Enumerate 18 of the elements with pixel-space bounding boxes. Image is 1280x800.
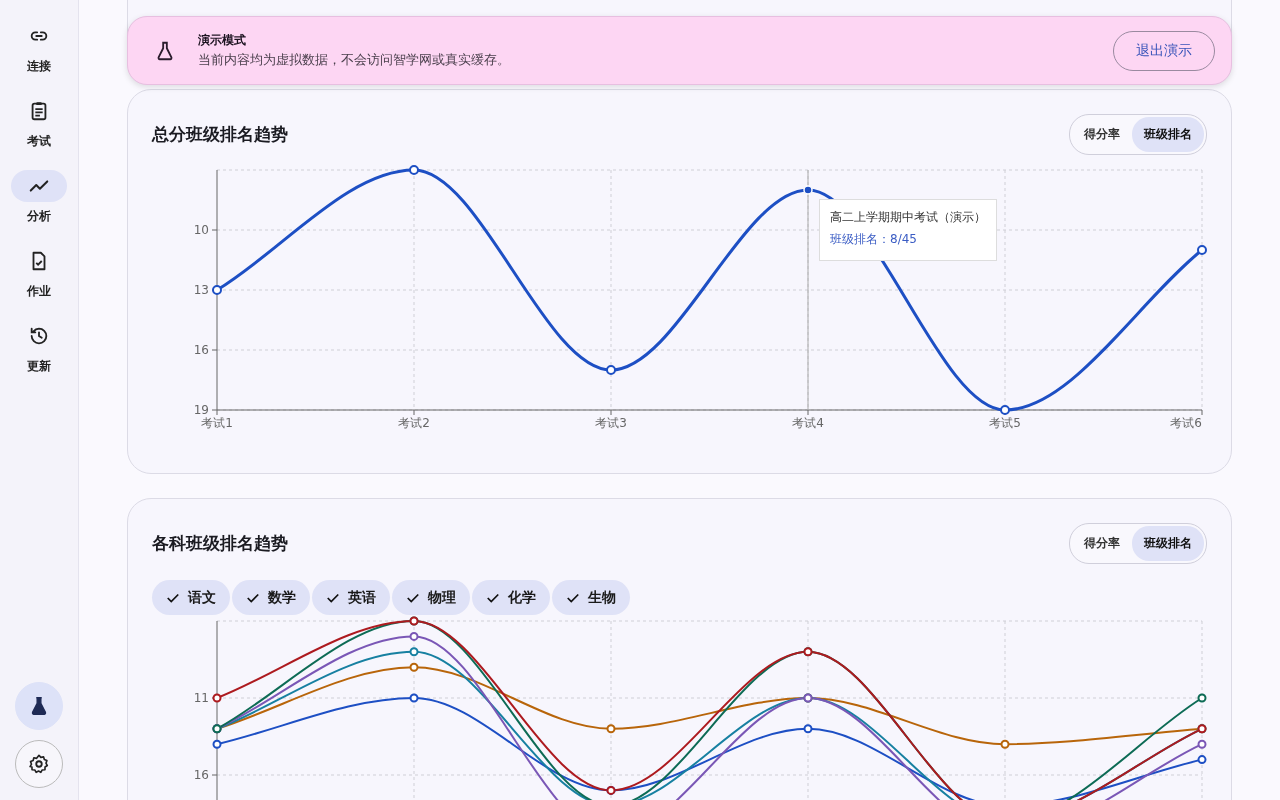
axis-label: 考试2 bbox=[398, 416, 430, 430]
banner-title: 演示模式 bbox=[198, 32, 247, 49]
axis-label: 10 bbox=[193, 223, 209, 237]
axis-label: 16 bbox=[193, 343, 209, 357]
tooltip-title: 高二上学期期中考试（演示） bbox=[830, 209, 986, 226]
axis-label: 11 bbox=[193, 691, 209, 705]
axis-label: 考试3 bbox=[595, 416, 627, 430]
card-title: 各科班级排名趋势 bbox=[152, 532, 288, 555]
axis-label: 13 bbox=[193, 283, 209, 297]
banner-message: 当前内容均为虚拟数据，不会访问智学网或真实缓存。 bbox=[198, 51, 510, 69]
axis-label: 考试5 bbox=[989, 416, 1021, 430]
tooltip-value: 班级排名：8/45 bbox=[830, 231, 918, 248]
axis-label: 考试6 bbox=[1170, 416, 1202, 430]
axis-label: 考试1 bbox=[201, 416, 233, 430]
card-title: 总分班级排名趋势 bbox=[152, 123, 288, 146]
axis-label: 16 bbox=[193, 768, 209, 782]
axis-label: 考试4 bbox=[792, 416, 824, 430]
axis-label: 19 bbox=[193, 403, 209, 417]
